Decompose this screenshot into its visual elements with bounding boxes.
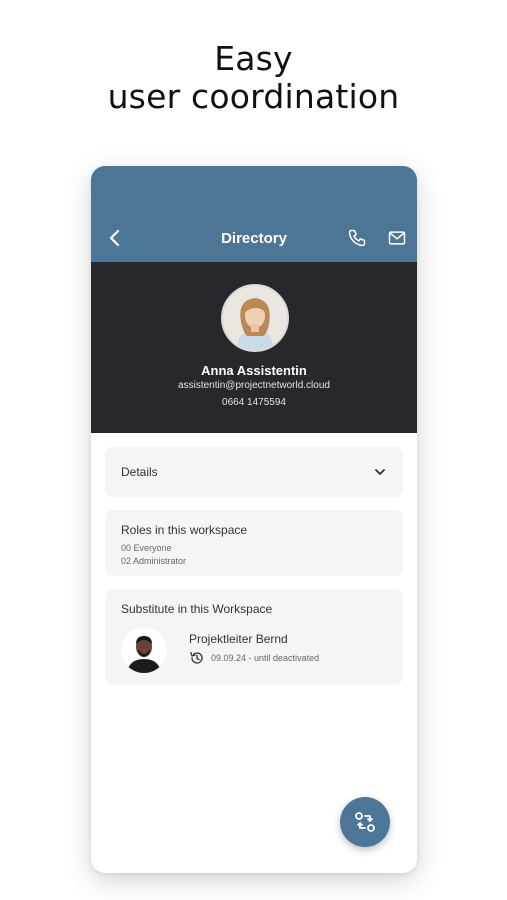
profile-name: Anna Assistentin — [201, 363, 307, 378]
swap-icon — [355, 812, 375, 832]
substitute-heading: Substitute in this Workspace — [121, 602, 273, 616]
roles-card: Roles in this workspace 00 Everyone 02 A… — [105, 510, 403, 576]
phone-screen: Directory Anna Assistentin assistentin@p… — [91, 166, 417, 873]
details-accordion[interactable]: Details — [105, 447, 403, 497]
substitute-avatar — [121, 627, 167, 673]
profile-email[interactable]: assistentin@projectnetworld.cloud — [91, 380, 417, 391]
page-title: Directory — [221, 230, 287, 247]
profile-header: Anna Assistentin assistentin@projectnetw… — [91, 262, 417, 433]
profile-phone[interactable]: 0664 1475594 — [91, 397, 417, 408]
app-bar: Directory — [91, 166, 417, 262]
role-item: 02 Administrator — [121, 556, 187, 566]
details-label: Details — [121, 465, 158, 479]
substitute-name: Projektleiter Bernd — [189, 632, 288, 646]
marketing-headline: Easy user coordination — [0, 40, 507, 116]
phone-icon[interactable] — [347, 228, 367, 248]
swap-fab-button[interactable] — [340, 797, 390, 847]
mail-icon[interactable] — [387, 228, 407, 248]
roles-heading: Roles in this workspace — [121, 523, 248, 537]
avatar — [221, 284, 289, 352]
role-item: 00 Everyone — [121, 543, 172, 553]
headline-line-1: Easy — [214, 39, 293, 78]
history-icon — [190, 652, 203, 664]
chevron-down-icon — [375, 469, 385, 475]
substitute-period: 09.09.24 - until deactivated — [211, 653, 320, 663]
substitute-card: Substitute in this Workspace Projektleit… — [105, 589, 403, 685]
headline-line-2: user coordination — [107, 77, 400, 116]
